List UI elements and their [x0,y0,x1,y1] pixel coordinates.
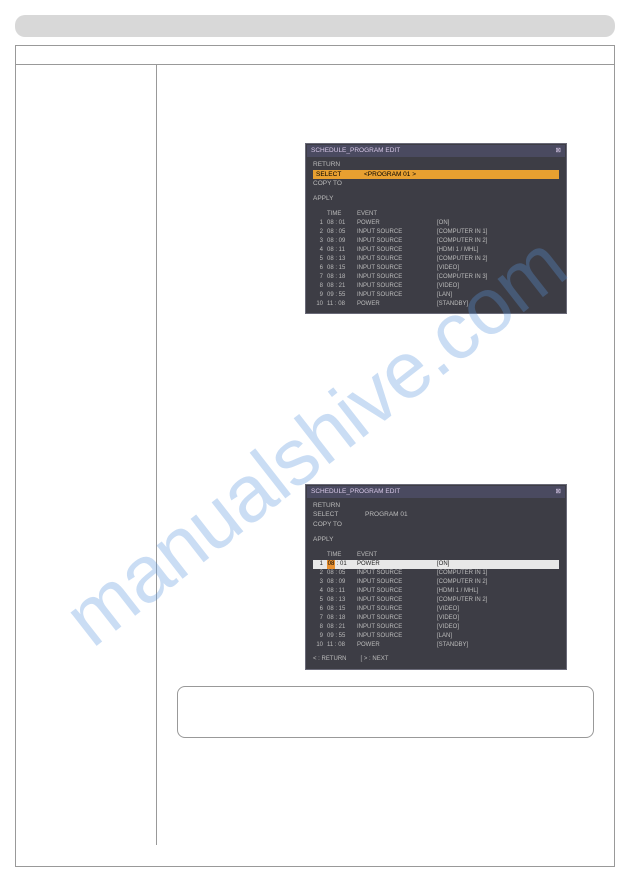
table-row[interactable]: 508 : 13INPUT SOURCE[COMPUTER IN 2] [313,596,559,605]
select-row[interactable]: SELECT PROGRAM 01 [313,510,559,520]
apply-item[interactable]: APPLY [313,194,365,204]
table-row[interactable]: 308 : 09INPUT SOURCE[COMPUTER IN 2] [313,237,559,246]
table-row[interactable]: 308 : 09INPUT SOURCE[COMPUTER IN 2] [313,578,559,587]
table-row[interactable]: 108 : 01POWER[ON] [313,560,559,569]
select-value: PROGRAM 01 [365,510,408,520]
dialog-titlebar: SCHEDULE_PROGRAM EDIT ⊠ [307,486,565,498]
col-time: TIME [327,551,357,560]
select-label: SELECT [316,170,364,180]
hint-return: < : RETURN [313,655,347,664]
copy-to-item[interactable]: COPY TO [313,179,365,189]
dialog-title: SCHEDULE_PROGRAM EDIT [311,487,400,497]
col-time: TIME [327,210,357,219]
table-row[interactable]: 208 : 05INPUT SOURCE[COMPUTER IN 1] [313,569,559,578]
table-row[interactable]: 208 : 05INPUT SOURCE[COMPUTER IN 1] [313,228,559,237]
right-column: SCHEDULE_PROGRAM EDIT ⊠ RETURN SELECT <P… [157,65,614,845]
note-box [177,686,594,738]
table-row[interactable]: 808 : 21INPUT SOURCE[VIDEO] [313,623,559,632]
table-row[interactable]: 909 : 55INPUT SOURCE[LAN] [313,291,559,300]
copy-to-item[interactable]: COPY TO [313,520,365,530]
table-header: TIME EVENT [313,551,559,560]
footer-hints: < : RETURN [ > : NEXT [307,653,565,668]
table-row[interactable]: 408 : 11INPUT SOURCE[HDMI 1 / MHL] [313,587,559,596]
select-value: <PROGRAM 01 > [364,170,416,180]
table-row[interactable]: 508 : 13INPUT SOURCE[COMPUTER IN 2] [313,255,559,264]
select-label: SELECT [313,510,365,520]
main-frame: SCHEDULE_PROGRAM EDIT ⊠ RETURN SELECT <P… [15,45,615,867]
schedule-dialog-1: SCHEDULE_PROGRAM EDIT ⊠ RETURN SELECT <P… [305,143,567,314]
apply-item[interactable]: APPLY [313,535,365,545]
table-header-row [16,46,614,65]
table-row[interactable]: 808 : 21INPUT SOURCE[VIDEO] [313,282,559,291]
col-event: EVENT [357,210,437,219]
table-row[interactable]: 1011 : 08POWER[STANDBY] [313,641,559,650]
dialog-titlebar: SCHEDULE_PROGRAM EDIT ⊠ [307,145,565,157]
table-row[interactable]: 708 : 18INPUT SOURCE[COMPUTER IN 3] [313,273,559,282]
table-header: TIME EVENT [313,210,559,219]
table-row[interactable]: 608 : 15INPUT SOURCE[VIDEO] [313,605,559,614]
page-header-bar [15,15,615,37]
col-event: EVENT [357,551,437,560]
schedule-dialog-2: SCHEDULE_PROGRAM EDIT ⊠ RETURN SELECT PR… [305,484,567,670]
left-column [16,65,157,845]
table-row[interactable]: 608 : 15INPUT SOURCE[VIDEO] [313,264,559,273]
table-row[interactable]: 408 : 11INPUT SOURCE[HDMI 1 / MHL] [313,246,559,255]
table-row[interactable]: 708 : 18INPUT SOURCE[VIDEO] [313,614,559,623]
close-icon[interactable]: ⊠ [556,146,561,156]
table-row[interactable]: 108 : 01POWER[ON] [313,219,559,228]
select-row[interactable]: SELECT <PROGRAM 01 > [313,170,559,180]
hint-next: [ > : NEXT [361,655,389,664]
return-item[interactable]: RETURN [313,501,365,511]
content-row: SCHEDULE_PROGRAM EDIT ⊠ RETURN SELECT <P… [16,65,614,845]
return-item[interactable]: RETURN [313,160,365,170]
table-row[interactable]: 1011 : 08POWER[STANDBY] [313,300,559,309]
close-icon[interactable]: ⊠ [556,487,561,497]
table-row[interactable]: 909 : 55INPUT SOURCE[LAN] [313,632,559,641]
dialog-title: SCHEDULE_PROGRAM EDIT [311,146,400,156]
